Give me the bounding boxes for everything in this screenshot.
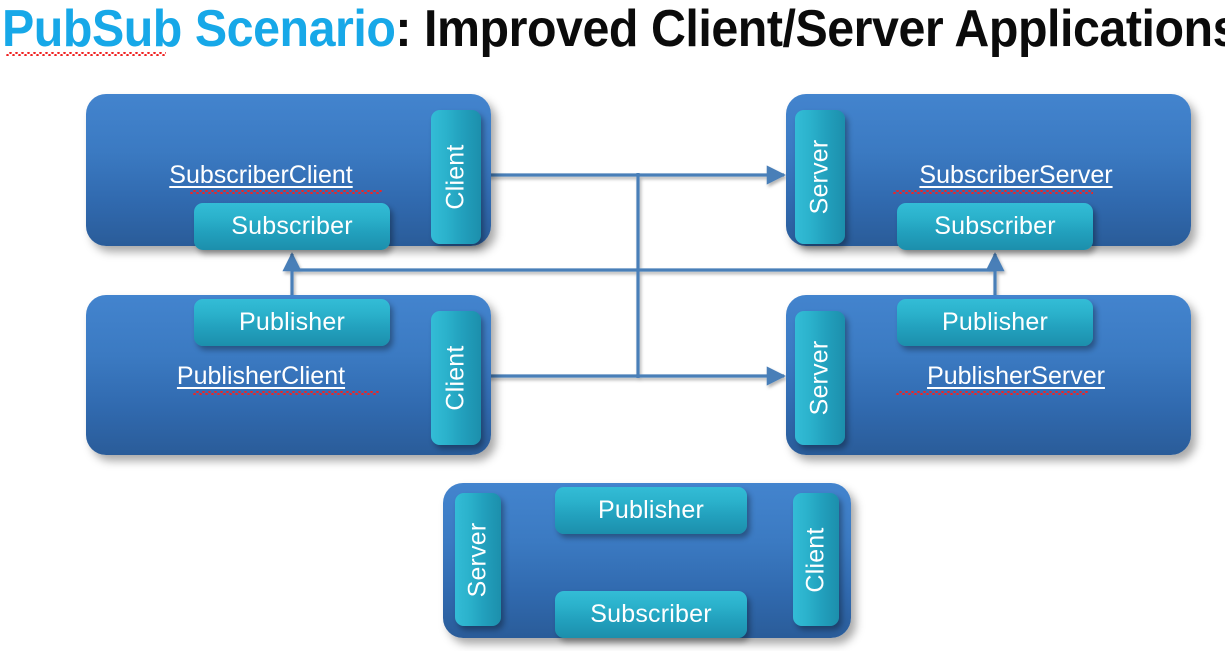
tab-server-publisher-server-label: Server bbox=[805, 340, 834, 416]
node-publisher-server-title: PublisherServer bbox=[927, 362, 1105, 390]
tab-client-publisher-client[interactable]: Client bbox=[431, 311, 481, 445]
tab-server-subscriber-server-label: Server bbox=[805, 139, 834, 215]
tab-client-subscriber-client[interactable]: Client bbox=[431, 110, 481, 244]
component-publisher-in-publisher-client[interactable]: Publisher bbox=[194, 299, 390, 346]
tab-client-combined-label: Client bbox=[801, 526, 830, 593]
node-publisher-client-title: PublisherClient bbox=[176, 362, 346, 390]
tab-server-subscriber-server[interactable]: Server bbox=[795, 110, 845, 244]
node-subscriber-client-title: SubscriberClient bbox=[169, 161, 353, 189]
component-publisher-in-combined[interactable]: Publisher bbox=[555, 487, 747, 534]
tab-server-combined-label: Server bbox=[463, 522, 492, 597]
component-subscriber-in-combined[interactable]: Subscriber bbox=[555, 591, 747, 638]
node-subscriber-server-title: SubscriberServer bbox=[919, 161, 1113, 189]
tab-server-combined[interactable]: Server bbox=[455, 493, 501, 626]
tab-client-publisher-client-label: Client bbox=[441, 345, 470, 411]
diagram-canvas: SubscriberClient Subscriber Client Subsc… bbox=[0, 0, 1225, 651]
component-publisher-in-publisher-server[interactable]: Publisher bbox=[897, 299, 1093, 346]
tab-client-combined[interactable]: Client bbox=[793, 493, 839, 626]
tab-server-publisher-server[interactable]: Server bbox=[795, 311, 845, 445]
component-subscriber-in-subscriber-client[interactable]: Subscriber bbox=[194, 203, 390, 250]
tab-client-subscriber-client-label: Client bbox=[441, 144, 470, 210]
component-subscriber-in-subscriber-server[interactable]: Subscriber bbox=[897, 203, 1093, 250]
